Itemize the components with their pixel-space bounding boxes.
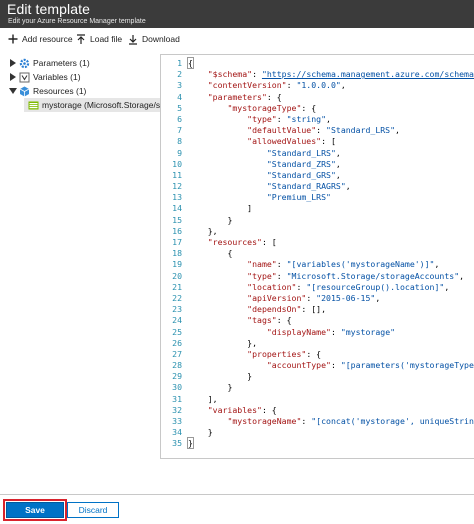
load-file-label: Load file bbox=[90, 34, 123, 44]
page-subtitle: Edit your Azure Resource Manager templat… bbox=[8, 18, 146, 25]
tree-item-parameters[interactable]: Parameters (1) bbox=[8, 56, 90, 70]
plus-icon bbox=[8, 34, 18, 44]
line-number: 4 bbox=[177, 91, 182, 102]
toolbar: Add resource Load file Download bbox=[0, 28, 474, 50]
line-number: 24 bbox=[172, 315, 182, 326]
line-number: 27 bbox=[172, 348, 182, 359]
line-number: 8 bbox=[177, 136, 182, 147]
line-number: 28 bbox=[172, 360, 182, 371]
line-number: 12 bbox=[172, 181, 182, 192]
tree-item-mystorage[interactable]: mystorage (Microsoft.Storage/stor... bbox=[24, 98, 177, 112]
save-button[interactable]: Save bbox=[6, 502, 64, 518]
line-number: 13 bbox=[172, 192, 182, 203]
upload-icon bbox=[76, 33, 86, 45]
discard-button[interactable]: Discard bbox=[67, 502, 119, 518]
add-resource-button[interactable]: Add resource bbox=[8, 32, 73, 46]
line-number: 34 bbox=[172, 427, 182, 438]
line-number: 31 bbox=[172, 393, 182, 404]
download-label: Download bbox=[142, 34, 180, 44]
line-number: 19 bbox=[172, 259, 182, 270]
line-number: 29 bbox=[172, 371, 182, 382]
line-number: 23 bbox=[172, 304, 182, 315]
load-file-button[interactable]: Load file bbox=[76, 32, 122, 46]
tree-label-mystorage: mystorage (Microsoft.Storage/stor... bbox=[42, 100, 177, 110]
line-number: 3 bbox=[177, 80, 182, 91]
download-button[interactable]: Download bbox=[128, 32, 180, 46]
line-number: 25 bbox=[172, 326, 182, 337]
line-number: 21 bbox=[172, 281, 182, 292]
line-number: 5 bbox=[177, 102, 182, 113]
tree-item-resources[interactable]: Resources (1) bbox=[8, 84, 86, 98]
tree-item-variables[interactable]: Variables (1) bbox=[8, 70, 81, 84]
download-icon bbox=[128, 34, 138, 45]
line-number: 26 bbox=[172, 337, 182, 348]
template-code-editor[interactable]: 1{ 2 "$schema": "https://schema.manageme… bbox=[160, 54, 474, 459]
line-number: 10 bbox=[172, 158, 182, 169]
page-title: Edit template bbox=[7, 1, 91, 17]
gear-icon bbox=[19, 58, 30, 69]
line-number: 18 bbox=[172, 248, 182, 259]
add-resource-label: Add resource bbox=[22, 34, 73, 44]
line-number: 6 bbox=[177, 113, 182, 124]
chevron-right-icon[interactable] bbox=[8, 59, 17, 68]
chevron-right-icon[interactable] bbox=[8, 73, 17, 82]
line-number: 9 bbox=[177, 147, 182, 158]
line-number: 20 bbox=[172, 270, 182, 281]
blade-header: Edit template Edit your Azure Resource M… bbox=[0, 0, 474, 28]
line-number: 22 bbox=[172, 292, 182, 303]
line-number: 7 bbox=[177, 125, 182, 136]
storage-account-icon bbox=[28, 100, 39, 111]
line-number: 14 bbox=[172, 203, 182, 214]
line-number: 32 bbox=[172, 404, 182, 415]
line-number: 1 bbox=[177, 58, 182, 68]
variable-icon bbox=[19, 72, 30, 83]
line-number: 2 bbox=[177, 69, 182, 80]
line-number: 11 bbox=[172, 169, 182, 180]
line-number: 33 bbox=[172, 416, 182, 426]
line-number: 35 bbox=[172, 438, 182, 449]
line-number: 16 bbox=[172, 225, 182, 236]
tree-label-resources: Resources (1) bbox=[33, 86, 87, 96]
tree-label-parameters: Parameters (1) bbox=[33, 58, 90, 68]
line-number: 17 bbox=[172, 237, 182, 247]
line-number: 15 bbox=[172, 214, 182, 225]
tree-label-variables: Variables (1) bbox=[33, 72, 81, 82]
chevron-down-icon[interactable] bbox=[8, 87, 17, 96]
cube-icon bbox=[19, 86, 30, 97]
line-number: 30 bbox=[172, 382, 182, 393]
